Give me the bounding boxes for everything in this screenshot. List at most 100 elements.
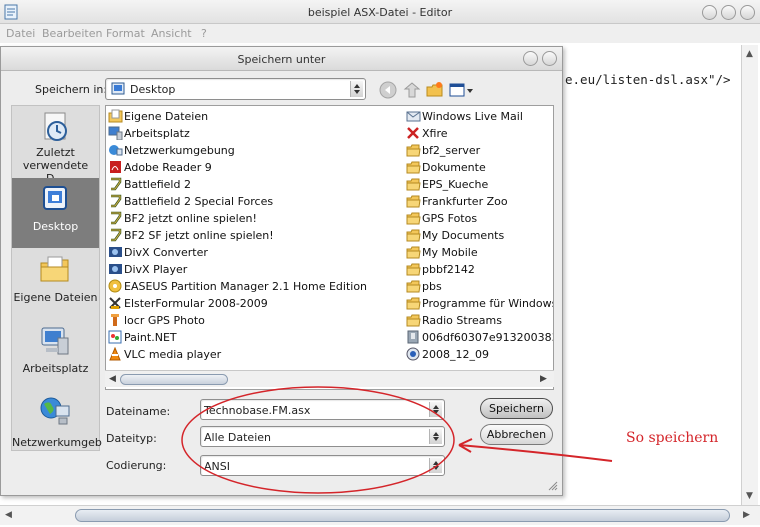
file-item-name: Netzwerkumgebung [124,144,235,157]
file-item[interactable]: 006df60307e9132003838 [404,329,553,346]
editor-title-bar[interactable]: beispiel ASX-Datei - Editor [0,0,760,24]
minimize-button[interactable] [702,5,717,20]
file-item[interactable]: VLC media player [106,346,404,363]
file-item[interactable]: GPS Fotos [404,210,553,227]
scroll-up-icon[interactable]: ▲ [746,49,753,59]
folder-icon [406,229,421,242]
save-button[interactable]: Speichern [480,398,553,419]
save-in-value: Desktop [130,83,176,96]
place-my-computer-label: Arbeitsplatz [22,362,89,375]
file-item[interactable]: 2008_12_09 [404,346,553,363]
file-item[interactable]: Frankfurter Zoo [404,193,553,210]
file-item[interactable]: bf2_server [404,142,553,159]
place-my-computer[interactable]: Arbeitsplatz [12,320,99,390]
file-item[interactable]: My Documents [404,227,553,244]
filename-input[interactable]: Technobase.FM.asx [200,399,445,420]
file-item[interactable]: DivX Player [106,261,404,278]
filename-label: Dateiname: [106,405,171,418]
editor-vertical-scrollbar[interactable]: ▲ ▼ [741,45,758,505]
filename-value: Technobase.FM.asx [204,404,311,417]
encoding-dropdown[interactable]: ANSI [200,455,445,476]
my-computer-icon [41,327,69,355]
network-globe-icon [40,397,70,425]
editor-text-content[interactable]: e.eu/listen-dsl.asx"/> [565,72,731,87]
menu-datei[interactable]: Datei [6,27,35,40]
place-my-documents[interactable]: Eigene Dateien [12,249,99,319]
file-list-scroll-thumb[interactable] [120,374,228,385]
file-item[interactable]: Adobe Reader 9 [106,159,404,176]
file-item[interactable]: BF2 jetzt online spielen! [106,210,404,227]
file-item-name: bf2_server [422,144,481,157]
file-item[interactable]: Programme für Windows M [404,295,553,312]
archive-icon [407,330,419,344]
file-item[interactable]: EASEUS Partition Manager 2.1 Home Editio… [106,278,404,295]
file-item[interactable]: Xfire [404,125,553,142]
dialog-help-button[interactable] [523,51,538,66]
file-item[interactable]: Dokumente [404,159,553,176]
file-item[interactable]: Netzwerkumgebung [106,142,404,159]
scroll-right-icon[interactable]: ▶ [540,374,547,384]
editor-window-title: beispiel ASX-Datei - Editor [307,6,453,19]
cancel-button[interactable]: Abbrechen [480,424,553,445]
place-recent[interactable]: Zuletzt verwendete D... [12,106,99,185]
resize-grip-icon[interactable] [548,481,558,491]
pin-icon [111,314,119,326]
back-arrow-icon[interactable] [379,81,397,99]
file-item[interactable]: locr GPS Photo [106,312,404,329]
dialog-title-bar[interactable]: Speichern unter [1,47,562,71]
new-folder-icon[interactable] [426,81,444,99]
file-item[interactable]: My Mobile [404,244,553,261]
scrollbar-thumb[interactable] [75,509,730,522]
file-item[interactable]: pbbf2142 [404,261,553,278]
file-item[interactable]: Radio Streams [404,312,553,329]
place-desktop[interactable]: Desktop [12,178,99,248]
menu-bearbeiten[interactable]: Bearbeiten [42,27,102,40]
file-item[interactable]: Battlefield 2 [106,176,404,193]
folder-icon [406,314,421,327]
file-item[interactable]: Windows Live Mail [404,108,553,125]
file-item-name: VLC media player [124,348,222,361]
elster-icon [109,297,121,309]
file-item[interactable]: Arbeitsplatz [106,125,404,142]
dialog-title: Speichern unter [237,53,326,66]
recent-clock-icon [44,112,67,141]
filetype-dropdown[interactable]: Alle Dateien [200,426,445,447]
file-item[interactable]: EPS_Kueche [404,176,553,193]
dropdown-arrows-icon [429,429,442,444]
scroll-right-icon[interactable]: ▶ [743,510,750,520]
scroll-down-icon[interactable]: ▼ [746,491,753,501]
editor-menu-bar: Datei Bearbeiten Format Ansicht ? [0,24,760,43]
folder-icon [406,297,421,310]
scroll-left-icon[interactable]: ◀ [109,374,116,384]
save-in-dropdown[interactable]: Desktop [105,78,366,100]
place-network[interactable]: Netzwerkumgeb [12,390,102,460]
menu-help[interactable]: ? [201,27,207,40]
my-documents-folder-icon [40,256,69,282]
file-item-name: Paint.NET [124,331,177,344]
file-item[interactable]: Eigene Dateien [106,108,404,125]
game-icon [111,211,122,225]
maximize-button[interactable] [721,5,736,20]
file-item[interactable]: Battlefield 2 Special Forces [106,193,404,210]
dialog-close-button[interactable] [542,51,557,66]
file-list-horizontal-scrollbar[interactable]: ◀ ▶ [105,370,554,387]
file-item[interactable]: DivX Converter [106,244,404,261]
file-item[interactable]: Paint.NET [106,329,404,346]
editor-horizontal-scrollbar[interactable]: ◀ ▶ [0,505,760,525]
menu-format[interactable]: Format [106,27,145,40]
disk-icon [108,279,122,293]
divx-icon [109,247,122,257]
up-folder-icon[interactable] [403,81,421,99]
close-button[interactable] [740,5,755,20]
file-item-name: Xfire [422,127,448,140]
file-item[interactable]: BF2 SF jetzt online spielen! [106,227,404,244]
file-list[interactable]: Eigene Dateien Arbeitsplatz Netzwerkumgebu… [105,105,554,390]
folder-icon [406,144,421,157]
file-item[interactable]: ElsterFormular 2008-2009 [106,295,404,312]
scroll-left-icon[interactable]: ◀ [5,510,12,520]
view-menu-icon[interactable] [449,81,475,99]
folder-icon [406,212,421,225]
file-item[interactable]: pbs [404,278,553,295]
file-list-column-1: Eigene Dateien Arbeitsplatz Netzwerkumgebu… [106,108,404,363]
menu-ansicht[interactable]: Ansicht [151,27,192,40]
